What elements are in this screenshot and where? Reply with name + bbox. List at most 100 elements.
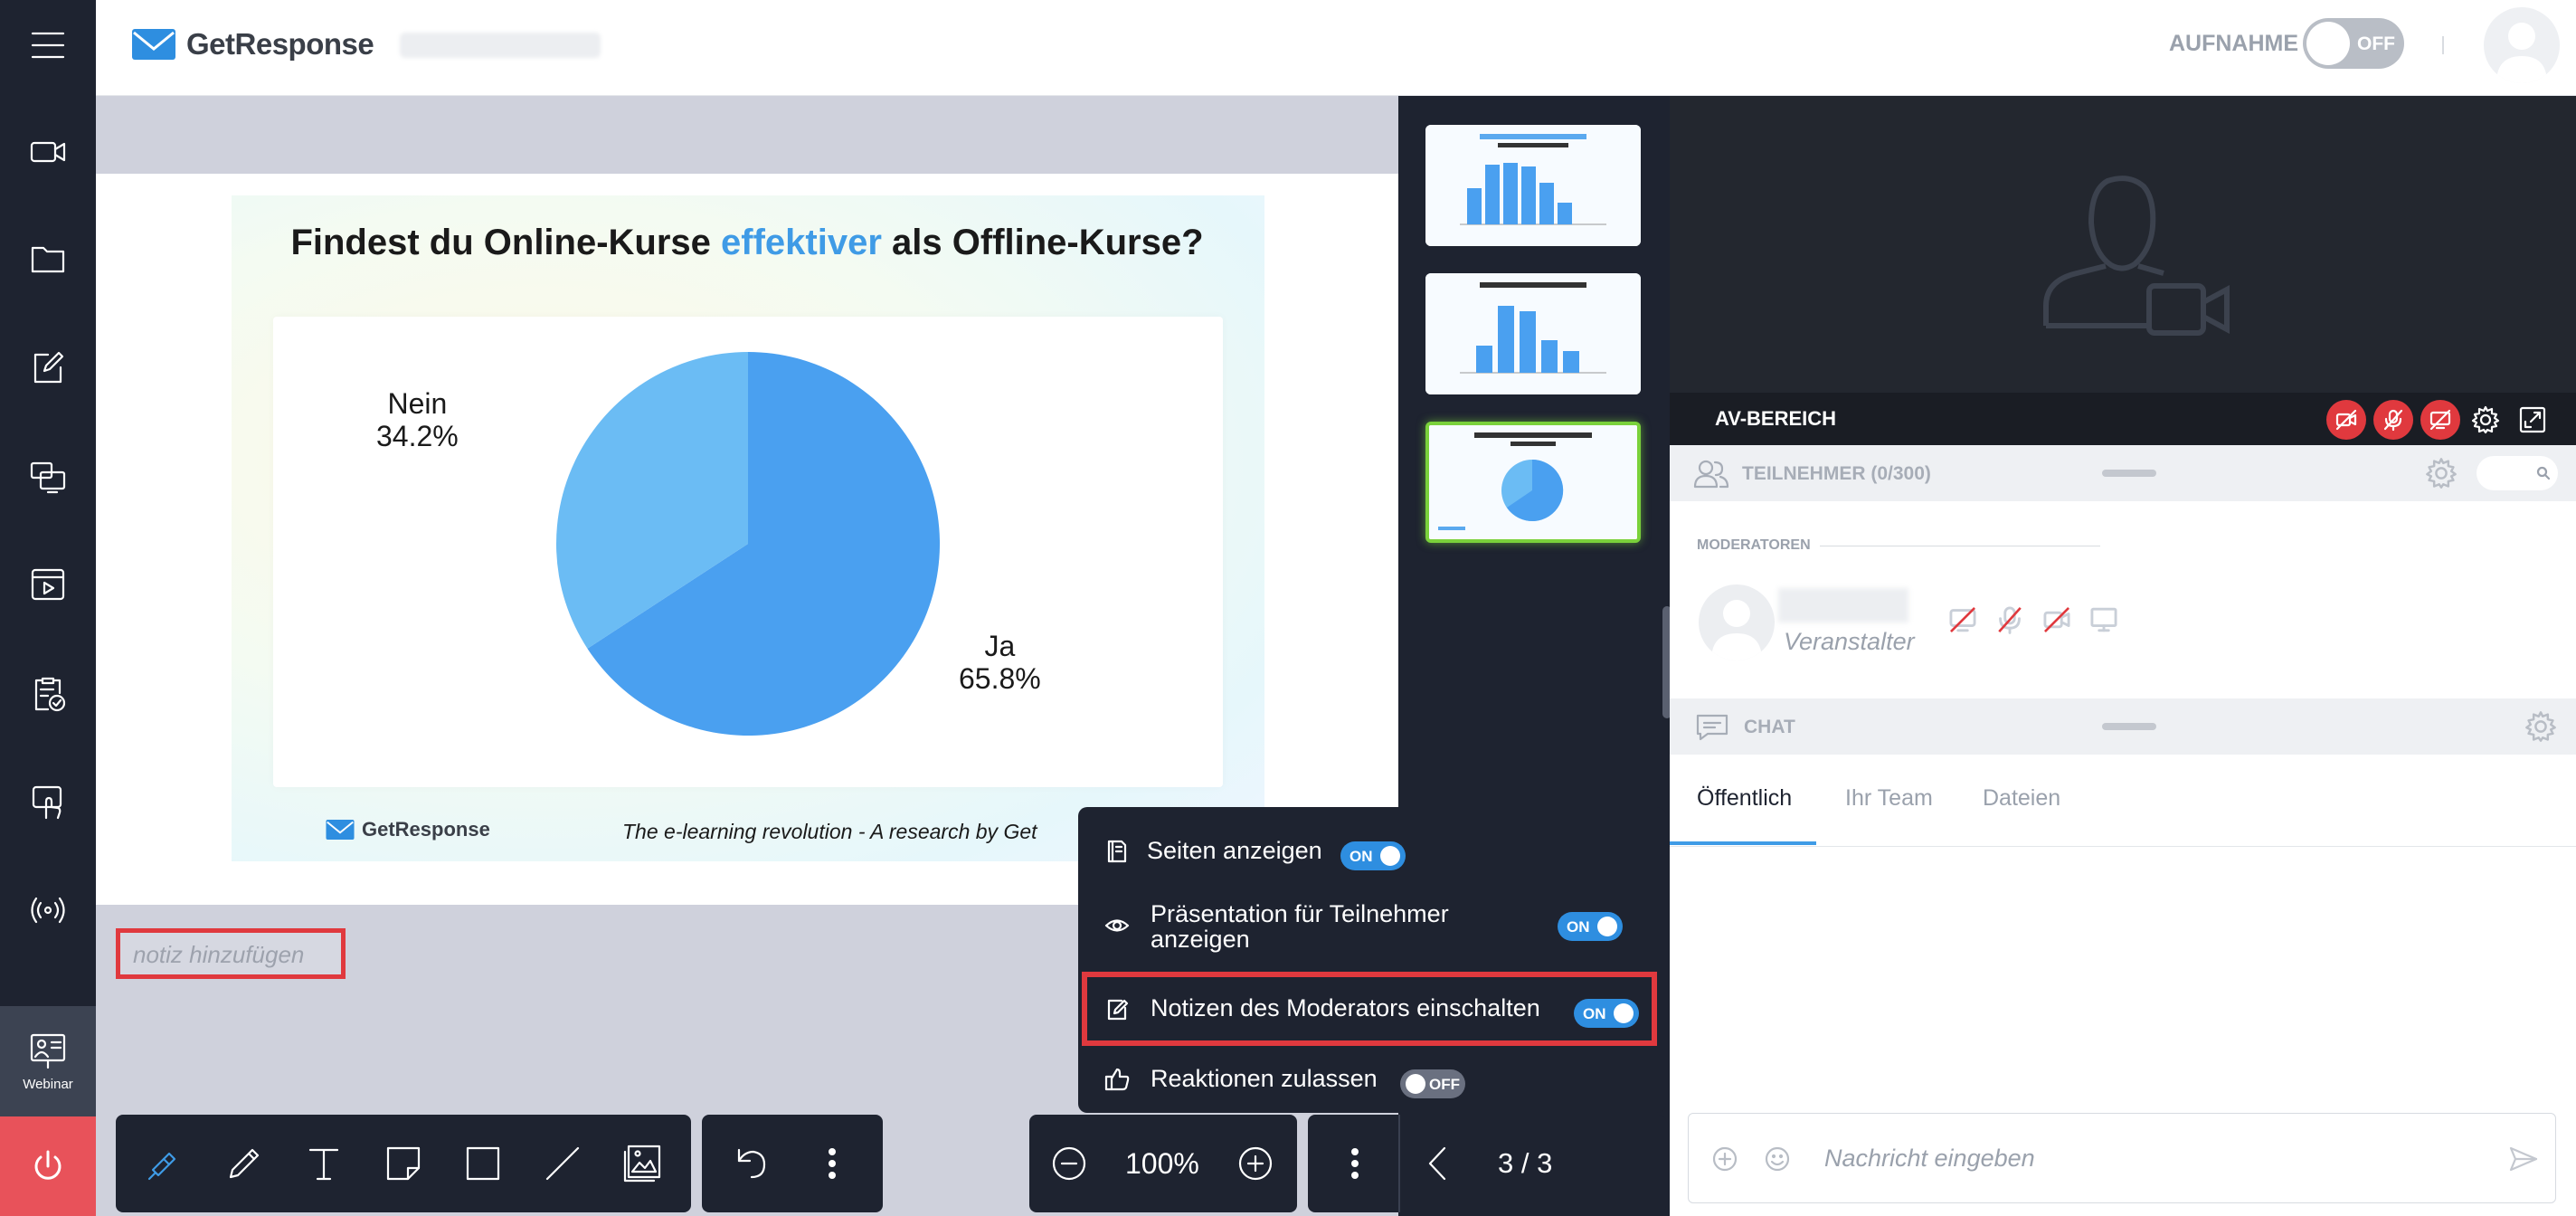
tab-public[interactable]: Öffentlich [1697,785,1792,812]
webinar-title-redacted [400,33,601,58]
chat-input-placeholder: Nachricht eingeben [1824,1145,2035,1172]
toggle-state: ON [1567,918,1590,936]
tab-team[interactable]: Ihr Team [1845,785,1933,812]
sticky-note-icon [386,1146,421,1181]
toggle-knob [1406,1074,1425,1094]
drawing-toolbar [116,1115,691,1212]
sidebar-item-webinar[interactable]: Webinar [0,1006,96,1116]
no-video-user-icon [2043,176,2230,336]
mic-off-icon [2383,409,2403,432]
thumbnail-slide-3[interactable] [1425,422,1641,543]
slide-title: Findest du Online-Kurse effektiver als O… [286,221,1208,264]
thumbnail-3-preview [1429,425,1637,539]
zoom-in-button[interactable] [1226,1135,1284,1192]
thumbnail-slide-2[interactable] [1425,273,1641,394]
screen-share-off-button[interactable] [2420,400,2460,440]
power-button[interactable] [0,1116,96,1216]
undo-button[interactable] [722,1135,780,1192]
chat-resize-handle[interactable] [2102,723,2156,730]
mic-off-button[interactable] [2373,400,2413,440]
text-icon [308,1148,339,1181]
moderator-camera-off-icon[interactable] [2041,604,2073,635]
gear-icon [2471,405,2500,434]
pages-icon [1107,840,1127,863]
menu-item-label: Reaktionen zulassen [1151,1065,1378,1092]
add-icon[interactable] [1710,1145,1739,1173]
moderator-role: Veranstalter [1784,628,1915,655]
menu-item-show-presentation[interactable]: Präsentation für Teilnehmer anzeigen ON [1078,885,1666,966]
moderator-screen-off-icon[interactable] [1946,604,1979,635]
chat-body: Nachricht eingeben [1670,847,2576,1216]
slide-logo-icon [326,820,355,840]
menu-icon[interactable] [0,0,96,90]
menu-item-label: Seiten anzeigen [1147,837,1322,864]
broadcast-icon[interactable] [0,865,96,955]
active-tab-underline [1670,841,1816,845]
pointer-tool-button[interactable] [136,1135,194,1192]
more-tools-button[interactable] [803,1135,861,1192]
menu-item-reactions[interactable]: Reaktionen zulassen OFF [1078,1048,1666,1111]
screen-share-icon[interactable] [0,431,96,521]
users-icon [1693,460,1729,489]
av-settings-button[interactable] [2466,400,2505,440]
emoji-icon[interactable] [1763,1145,1792,1173]
edit-icon[interactable] [0,322,96,413]
thumbnail-slide-1[interactable] [1425,125,1641,246]
user-avatar[interactable] [2484,7,2560,83]
reactions-toggle[interactable]: OFF [1400,1069,1465,1098]
send-icon[interactable] [2508,1145,2539,1173]
image-tool-button[interactable] [613,1135,671,1192]
folder-icon[interactable] [0,214,96,304]
thumbs-up-icon [1104,1068,1130,1091]
sticky-note-tool-button[interactable] [374,1135,432,1192]
tab-files[interactable]: Dateien [1983,785,2060,812]
previous-page-button[interactable] [1409,1135,1467,1192]
moderator-avatar [1699,584,1775,660]
moderator-mic-off-icon[interactable] [1994,604,2026,635]
chat-settings-icon[interactable] [2524,709,2558,744]
video-player-icon[interactable] [0,539,96,630]
show-pages-toggle[interactable]: ON [1340,841,1406,870]
presentation-options-button[interactable] [1326,1135,1384,1192]
note-input[interactable]: notiz hinzufügen [116,928,346,979]
webinar-icon [30,1033,66,1069]
participants-search[interactable] [2477,456,2558,490]
slide-title-part1: Findest du Online-Kurse [290,223,722,262]
av-expand-button[interactable] [2513,400,2552,440]
participants-settings-icon[interactable] [2424,456,2458,490]
chat-input[interactable]: Nachricht eingeben [1688,1113,2556,1203]
toolbar-divider [1398,1115,1400,1212]
zoom-out-icon [1052,1146,1086,1181]
line-tool-button[interactable] [534,1135,592,1192]
participants-resize-handle[interactable] [2102,470,2156,477]
rectangle-icon [466,1146,500,1181]
clipboard-check-icon[interactable] [0,648,96,738]
camera-off-button[interactable] [2326,400,2366,440]
pen-tool-button[interactable] [215,1135,273,1192]
sidebar-item-label: Webinar [23,1076,73,1092]
av-toolbar: AV-BEREICH [1670,393,2576,445]
camera-icon[interactable] [0,107,96,197]
thumbnail-1-preview [1425,125,1641,246]
user-icon [1711,600,1762,660]
recording-toggle[interactable]: OFF [2303,18,2404,69]
show-presentation-toggle[interactable]: ON [1558,912,1623,941]
rectangle-tool-button[interactable] [454,1135,512,1192]
chat-label: CHAT [1744,717,1795,737]
zoom-out-button[interactable] [1040,1135,1098,1192]
search-icon [2536,466,2551,480]
slide-title-part2: als Offline-Kurse? [881,223,1204,262]
participants-label: TEILNEHMER (0/300) [1742,463,1931,484]
eye-icon [1104,919,1130,932]
slide: Findest du Online-Kurse effektiver als O… [232,195,1264,861]
pie-label-ja-name: Ja [984,630,1016,662]
image-icon [623,1145,661,1183]
av-video-area [1670,96,2576,393]
menu-item-show-pages[interactable]: Seiten anzeigen ON [1078,820,1666,883]
toggle-knob [1380,846,1400,866]
pencil-icon [229,1148,260,1179]
text-tool-button[interactable] [295,1135,353,1192]
thumbnail-2-preview [1425,273,1641,394]
touch-screen-icon[interactable] [0,756,96,847]
moderator-screen-icon[interactable] [2088,604,2120,635]
